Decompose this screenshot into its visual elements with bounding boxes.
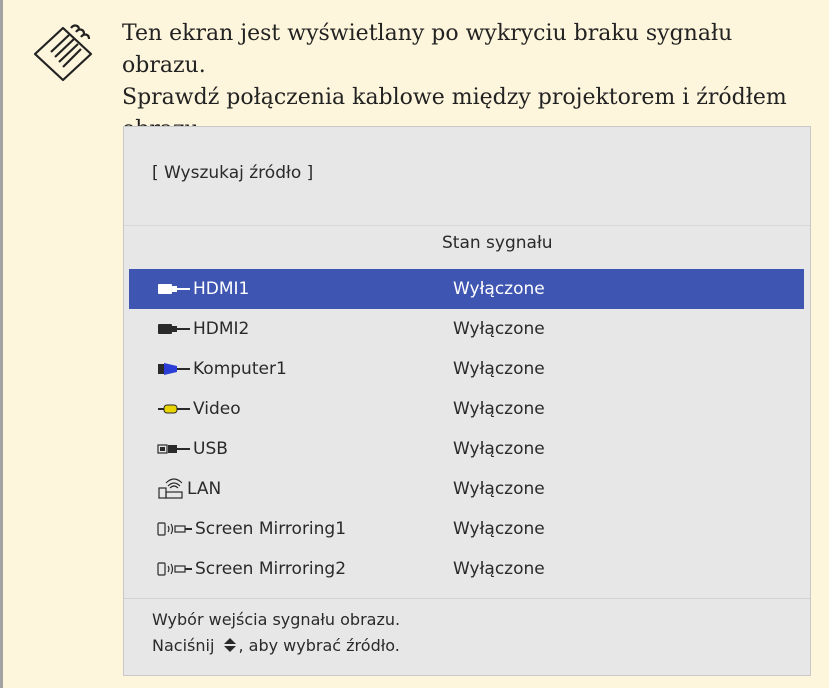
rca-icon [158,404,190,414]
screen-mirroring-icon [157,562,192,576]
usb-icon [157,444,190,454]
divider [124,598,810,599]
panel-title: [ Wyszukaj źródło ] [152,163,314,183]
note-pad-icon [33,24,93,82]
source-row-hdmi2[interactable]: HDMI2 Wyłączone [129,309,804,349]
source-row-screen-mirroring2[interactable]: Screen Mirroring2 Wyłączone [129,549,804,589]
source-status: Wyłączone [453,479,545,499]
source-name: LAN [157,469,221,509]
signal-status-header: Stan sygnału [442,233,553,253]
source-row-video[interactable]: Video Wyłączone [129,389,804,429]
lan-wifi-icon [158,478,183,499]
source-row-screen-mirroring1[interactable]: Screen Mirroring1 Wyłączone [129,509,804,549]
help-line: Wybór wejścia sygnału obrazu. [152,610,401,629]
source-list: HDMI1 Wyłączone HDMI2 Wyłączone Komputer… [129,269,804,589]
screen-mirroring-icon [157,522,192,536]
source-search-panel: [ Wyszukaj źródło ] Stan sygnału HDMI1 W… [123,126,811,676]
source-name: HDMI2 [157,309,249,349]
divider [124,225,810,226]
source-row-lan[interactable]: LAN Wyłączone [129,469,804,509]
source-name: Screen Mirroring1 [157,509,346,549]
source-status: Wyłączone [453,519,545,539]
source-row-hdmi1[interactable]: HDMI1 Wyłączone [129,269,804,309]
source-status: Wyłączone [453,559,545,579]
source-name: Komputer1 [157,349,287,389]
vga-icon [158,363,190,375]
source-status: Wyłączone [453,439,545,459]
source-status: Wyłączone [453,399,545,419]
source-status: Wyłączone [453,359,545,379]
source-name: HDMI1 [157,269,249,309]
source-name: USB [157,429,228,469]
note-line: Sprawdź połączenia kablowe między projek… [122,85,787,110]
hdmi-icon [158,284,190,294]
help-line: Naciśnij , aby wybrać źródło. [152,636,400,655]
source-status: Wyłączone [453,279,545,299]
hdmi-icon [158,324,190,334]
source-name: Video [157,389,241,429]
help-text: Wybór wejścia sygnału obrazu. Naciśnij ,… [152,607,400,659]
up-down-arrows-icon [224,638,237,652]
source-status: Wyłączone [453,319,545,339]
source-name: Screen Mirroring2 [157,549,346,589]
source-row-usb[interactable]: USB Wyłączone [129,429,804,469]
note-box: Ten ekran jest wyświetlany po wykryciu b… [0,0,829,688]
note-line: Ten ekran jest wyświetlany po wykryciu b… [122,21,733,78]
source-row-komputer1[interactable]: Komputer1 Wyłączone [129,349,804,389]
